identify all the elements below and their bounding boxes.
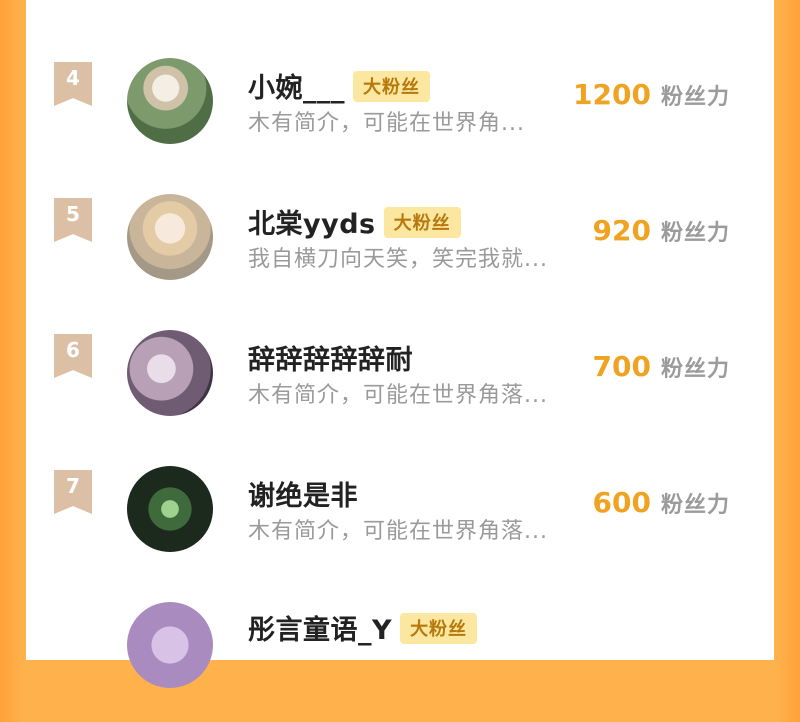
fan-level-tag: 大粉丝 [353,71,430,102]
avatar[interactable] [127,602,213,688]
fan-power: 1200 粉丝力 [573,78,730,111]
rank-number: 5 [66,202,80,226]
fan-power: 700 粉丝力 [593,350,730,383]
avatar[interactable] [127,58,213,144]
ranking-row-7[interactable]: 7 谢绝是非 木有简介，可能在世界角落... 600 粉丝力 [26,466,774,586]
fan-level-tag: 大粉丝 [383,207,461,238]
fan-power-value: 920 [592,214,651,247]
user-name[interactable]: 谢绝是非 [248,474,358,513]
fan-power: 920 粉丝力 [593,214,730,247]
user-name-text: 北棠yyds [248,209,376,240]
fan-level-tag: 大粉丝 [400,613,478,644]
ranking-row-5[interactable]: 5 北棠yyds 大粉丝 我自横刀向天笑，笑完我就... 920 粉丝力 [26,194,774,314]
ranking-row-6[interactable]: 6 辞辞辞辞辞耐 木有简介，可能在世界角落... 700 粉丝力 [26,330,774,450]
avatar[interactable] [127,330,213,416]
user-bio: 木有简介，可能在世界角落... [248,383,548,408]
user-bio: 我自横刀向天笑，笑完我就... [248,247,548,272]
ranking-card: 4 小婉___ 大粉丝 木有简介，可能在世界角... 1200 粉丝力 5 北棠yy… [26,0,774,688]
fan-power-value: 600 [592,486,651,519]
fan-power-unit: 粉丝力 [660,221,730,246]
fan-power-unit: 粉丝力 [660,493,730,518]
rank-number: 6 [66,338,80,362]
fan-power-value: 700 [592,350,651,383]
rank-number: 7 [66,474,80,498]
user-bio: 木有简介，可能在世界角落... [248,519,548,544]
user-name-text: 小婉___ [248,73,345,104]
fan-power-unit: 粉丝力 [660,85,730,110]
rank-ribbon-icon: 4 [54,62,92,106]
user-name-text: 谢绝是非 [248,481,358,512]
user-name-text: 彤言童语_Y [248,615,393,646]
user-name[interactable]: 辞辞辞辞辞耐 [248,338,413,377]
rank-number: 4 [66,66,80,90]
rank-ribbon-icon: 6 [54,334,92,378]
avatar[interactable] [127,194,213,280]
user-name[interactable]: 小婉___ 大粉丝 [248,66,430,105]
avatar[interactable] [127,466,213,552]
user-name[interactable]: 北棠yyds 大粉丝 [248,202,461,241]
rank-ribbon-icon: 5 [54,198,92,242]
fan-power: 600 粉丝力 [593,486,730,519]
user-name[interactable]: 彤言童语_Y 大粉丝 [248,608,478,647]
fan-power-value: 1200 [573,78,651,111]
ranking-row-4[interactable]: 4 小婉___ 大粉丝 木有简介，可能在世界角... 1200 粉丝力 [26,58,774,178]
rank-ribbon-icon: 7 [54,470,92,514]
user-name-text: 辞辞辞辞辞耐 [248,345,413,376]
ranking-row-8[interactable]: 彤言童语_Y 大粉丝 [26,602,774,722]
fan-power-unit: 粉丝力 [660,357,730,382]
user-bio: 木有简介，可能在世界角... [248,111,525,136]
